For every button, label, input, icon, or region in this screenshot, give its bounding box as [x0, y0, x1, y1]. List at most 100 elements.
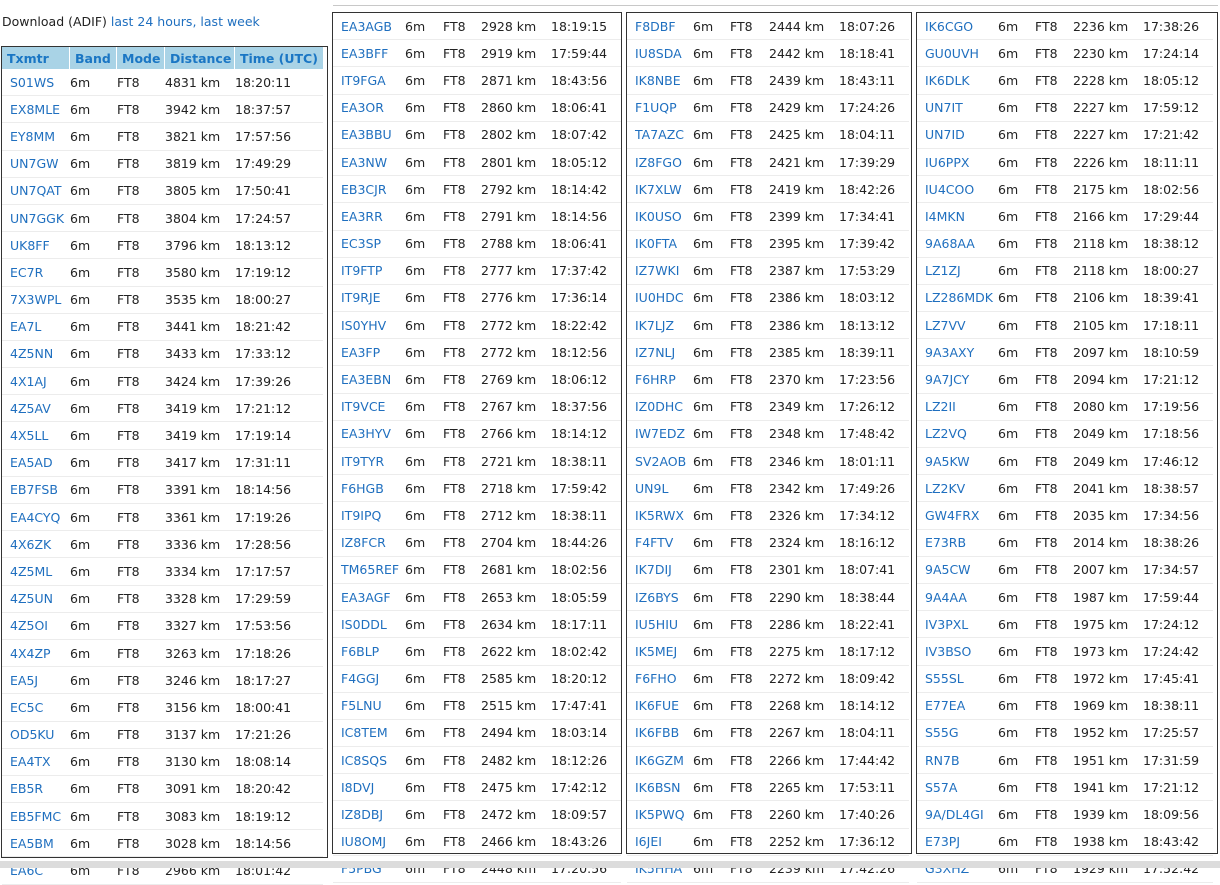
callsign-link[interactable]: 4X6ZK [10, 537, 51, 552]
callsign-link[interactable]: UK8FF [10, 238, 50, 253]
callsign-link[interactable]: IK6GZM [635, 753, 684, 768]
callsign-link[interactable]: IZ8FCR [341, 535, 386, 550]
callsign-link[interactable]: E77EA [925, 698, 965, 713]
horizontal-scrollbar[interactable] [0, 861, 1220, 868]
column-header[interactable]: Distance [165, 47, 235, 69]
callsign-link[interactable]: IC8TEM [341, 725, 388, 740]
callsign-link[interactable]: IV3BSO [925, 644, 971, 659]
callsign-link[interactable]: EA3BBU [341, 127, 392, 142]
callsign-link[interactable]: EB5R [10, 781, 43, 796]
callsign-link[interactable]: UN7GGK [10, 211, 64, 226]
callsign-link[interactable]: IU8OMJ [341, 834, 386, 849]
callsign-link[interactable]: IC8SQS [341, 753, 387, 768]
callsign-link[interactable]: 4X1AJ [10, 374, 47, 389]
callsign-link[interactable]: 4Z5NN [10, 346, 53, 361]
callsign-link[interactable]: 7X3WPL [10, 292, 61, 307]
callsign-link[interactable]: EA4TX [10, 754, 51, 769]
callsign-link[interactable]: IK7XLW [635, 182, 682, 197]
callsign-link[interactable]: EB3CJR [341, 182, 387, 197]
callsign-link[interactable]: EA5J [10, 673, 38, 688]
callsign-link[interactable]: E73RB [925, 535, 966, 550]
callsign-link[interactable]: IS0DDL [341, 617, 387, 632]
callsign-link[interactable]: IZ8DBJ [341, 807, 383, 822]
callsign-link[interactable]: GU0UVH [925, 46, 979, 61]
callsign-link[interactable]: EC3SP [341, 236, 381, 251]
callsign-link[interactable]: F6BLP [341, 644, 379, 659]
callsign-link[interactable]: EA5AD [10, 455, 53, 470]
callsign-link[interactable]: IK7LJZ [635, 318, 674, 333]
callsign-link[interactable]: EA3NW [341, 155, 387, 170]
callsign-link[interactable]: 9A/DL4GI [925, 807, 984, 822]
callsign-link[interactable]: I4MKN [925, 209, 965, 224]
callsign-link[interactable]: IT9VCE [341, 399, 385, 414]
callsign-link[interactable]: LZ2II [925, 399, 956, 414]
callsign-link[interactable]: IZ8FGO [635, 155, 682, 170]
callsign-link[interactable]: EA4CYQ [10, 510, 60, 525]
callsign-link[interactable]: IW7EDZ [635, 426, 685, 441]
callsign-link[interactable]: F8DBF [635, 19, 676, 34]
callsign-link[interactable]: EA3AGF [341, 590, 391, 605]
callsign-link[interactable]: RN7B [925, 753, 960, 768]
callsign-link[interactable]: F4FTV [635, 535, 673, 550]
callsign-link[interactable]: 9A3AXY [925, 345, 974, 360]
callsign-link[interactable]: EA3FP [341, 345, 380, 360]
callsign-link[interactable]: IT9IPQ [341, 508, 381, 523]
column-header[interactable]: Txmtr [2, 47, 70, 69]
callsign-link[interactable]: I8DVJ [341, 780, 374, 795]
callsign-link[interactable]: GW4FRX [925, 508, 979, 523]
callsign-link[interactable]: F6FHO [635, 671, 677, 686]
callsign-link[interactable]: IK5PWQ [635, 807, 685, 822]
callsign-link[interactable]: LZ2VQ [925, 426, 967, 441]
callsign-link[interactable]: IS0YHV [341, 318, 386, 333]
callsign-link[interactable]: IV3PXL [925, 617, 968, 632]
callsign-link[interactable]: UN7IT [925, 100, 963, 115]
callsign-link[interactable]: EX8MLE [10, 102, 60, 117]
callsign-link[interactable]: S01WS [10, 75, 54, 90]
callsign-link[interactable]: EA3HYV [341, 426, 391, 441]
callsign-link[interactable]: EA5BM [10, 836, 54, 851]
callsign-link[interactable]: LZ286MDK [925, 290, 993, 305]
callsign-link[interactable]: EB7FSB [10, 482, 58, 497]
callsign-link[interactable]: UN9L [635, 481, 668, 496]
callsign-link[interactable]: IK5RWX [635, 508, 684, 523]
callsign-link[interactable]: IK6DLK [925, 73, 970, 88]
callsign-link[interactable]: S57A [925, 780, 957, 795]
callsign-link[interactable]: IK6BSN [635, 780, 680, 795]
callsign-link[interactable]: EA3RR [341, 209, 383, 224]
callsign-link[interactable]: I6JEI [635, 834, 662, 849]
callsign-link[interactable]: 4X4ZP [10, 646, 51, 661]
callsign-link[interactable]: IZ7WKI [635, 263, 679, 278]
callsign-link[interactable]: EY8MM [10, 129, 55, 144]
callsign-link[interactable]: 9A5CW [925, 562, 971, 577]
callsign-link[interactable]: EC7R [10, 265, 43, 280]
callsign-link[interactable]: 4Z5UN [10, 591, 53, 606]
callsign-link[interactable]: IU0HDC [635, 290, 684, 305]
callsign-link[interactable]: IK5MEJ [635, 644, 677, 659]
callsign-link[interactable]: F1UQP [635, 100, 677, 115]
callsign-link[interactable]: 4X5LL [10, 428, 48, 443]
callsign-link[interactable]: IZ6BYS [635, 590, 679, 605]
callsign-link[interactable]: 4Z5OI [10, 618, 48, 633]
callsign-link[interactable]: 9A7JCY [925, 372, 969, 387]
column-header[interactable]: Mode [117, 47, 165, 69]
callsign-link[interactable]: F6HRP [635, 372, 676, 387]
callsign-link[interactable]: IU4COO [925, 182, 974, 197]
callsign-link[interactable]: IK6FBB [635, 725, 679, 740]
callsign-link[interactable]: UN7GW [10, 156, 59, 171]
column-header[interactable]: Band [70, 47, 117, 69]
callsign-link[interactable]: OD5KU [10, 727, 54, 742]
callsign-link[interactable]: EA3BFF [341, 46, 388, 61]
callsign-link[interactable]: 4Z5ML [10, 564, 52, 579]
callsign-link[interactable]: IU6PPX [925, 155, 969, 170]
callsign-link[interactable]: LZ1ZJ [925, 263, 961, 278]
callsign-link[interactable]: F6HGB [341, 481, 384, 496]
callsign-link[interactable]: IT9TYR [341, 454, 384, 469]
callsign-link[interactable]: S55G [925, 725, 959, 740]
callsign-link[interactable]: IK6CGO [925, 19, 973, 34]
callsign-link[interactable]: IK7DIJ [635, 562, 672, 577]
callsign-link[interactable]: S55SL [925, 671, 964, 686]
callsign-link[interactable]: LZ2KV [925, 481, 965, 496]
callsign-link[interactable]: IU8SDA [635, 46, 682, 61]
callsign-link[interactable]: EA3OR [341, 100, 384, 115]
link-last-24-hours[interactable]: last 24 hours, [111, 14, 197, 29]
